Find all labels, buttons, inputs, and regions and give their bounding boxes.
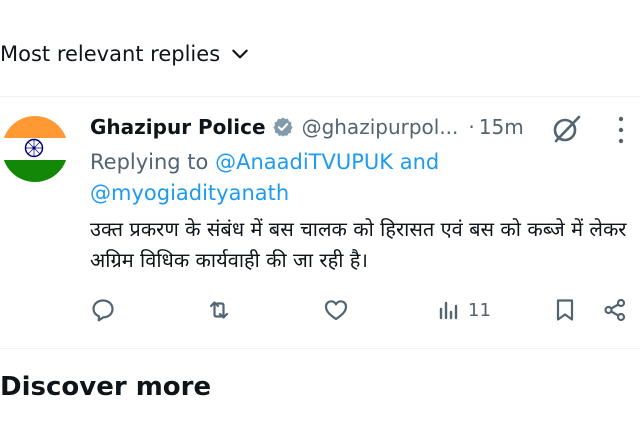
author-handle[interactable]: @ghazipurpol... (302, 115, 459, 139)
timestamp[interactable]: 15m (479, 115, 524, 139)
bookmark-icon (556, 299, 574, 321)
share-button[interactable] (602, 296, 628, 324)
author-name[interactable]: Ghazipur Police (90, 115, 266, 139)
sort-replies-dropdown[interactable]: Most relevant replies (0, 36, 250, 72)
reply-button[interactable] (90, 296, 116, 324)
ashoka-chakra-icon (24, 138, 44, 158)
mention-myogiadityanath[interactable]: @myogiadityanath (90, 181, 289, 205)
like-button[interactable] (323, 296, 349, 324)
retweet-icon (209, 301, 229, 319)
sort-label: Most relevant replies (0, 42, 221, 66)
share-icon (604, 298, 626, 322)
views-button[interactable]: 11 (436, 296, 491, 324)
tweet-header: Ghazipur Police @ghazipurpol... · 15m (90, 112, 524, 142)
replying-to-prefix: Replying to (90, 150, 209, 174)
divider (0, 348, 640, 349)
discover-more-heading: Discover more (0, 372, 212, 402)
like-icon (324, 300, 348, 321)
retweet-button[interactable] (206, 296, 232, 324)
mention-conjunction: and (399, 150, 440, 174)
bookmark-button[interactable] (552, 296, 578, 324)
separator-dot: · (468, 115, 475, 139)
more-icon[interactable] (616, 115, 626, 145)
views-count: 11 (468, 299, 491, 321)
chevron-down-icon (232, 49, 248, 59)
mention-anaaditvupuk[interactable]: @AnaadiTVUPUK (215, 150, 393, 174)
verified-badge-icon (272, 117, 293, 137)
grok-icon[interactable] (550, 112, 584, 146)
tweet-text: उक्त प्रकरण के संबंध में बस चालक को हिरा… (90, 217, 627, 272)
tweet-actions: 11 (0, 290, 640, 330)
views-icon (439, 301, 458, 320)
avatar[interactable] (2, 116, 68, 182)
reply-icon (92, 299, 114, 322)
replying-to: Replying to @AnaadiTVUPUK and @myogiadit… (90, 147, 530, 209)
